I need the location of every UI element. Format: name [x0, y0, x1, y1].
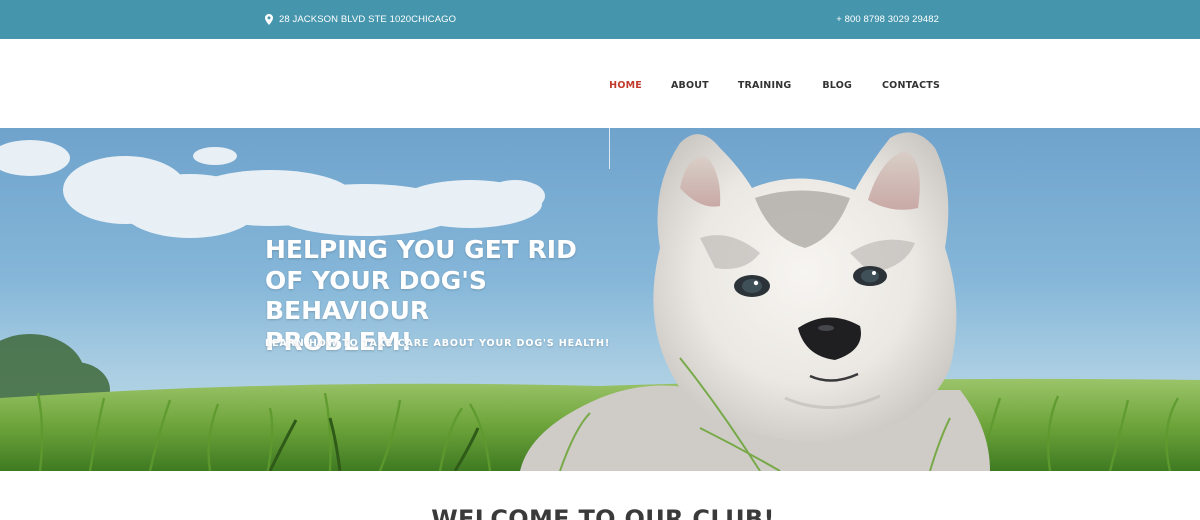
- nav-link-contacts[interactable]: CONTACTS: [882, 80, 940, 91]
- nav-link-about[interactable]: ABOUT: [671, 80, 709, 91]
- phone-number[interactable]: + 800 8798 3029 29482: [836, 14, 939, 25]
- top-info-bar: 28 JACKSON BLVD STE 1020CHICAGO + 800 87…: [0, 0, 1200, 39]
- hero-headline-line-2: OF YOUR DOG'S BEHAVIOUR: [265, 265, 487, 326]
- welcome-title: WELCOME TO OUR CLUB!: [431, 505, 775, 520]
- hero-headline-line-1: HELPING YOU GET RID: [265, 235, 577, 264]
- nav-item-training: TRAINING: [738, 80, 823, 91]
- nav-item-home: HOME: [609, 80, 671, 91]
- address-block: 28 JACKSON BLVD STE 1020CHICAGO: [265, 14, 456, 25]
- welcome-section: WELCOME TO OUR CLUB!: [0, 471, 1200, 520]
- nav-item-blog: BLOG: [822, 80, 882, 91]
- nav-link-blog[interactable]: BLOG: [822, 80, 852, 91]
- hero-divider-line: [609, 128, 610, 169]
- nav-item-about: ABOUT: [671, 80, 738, 91]
- nav-link-home[interactable]: HOME: [609, 80, 642, 91]
- map-pin-icon: [265, 14, 273, 25]
- hero-subheadline: LEARN HOW TO TAKE CARE ABOUT YOUR DOG'S …: [265, 338, 611, 349]
- nav-item-contacts: CONTACTS: [882, 80, 940, 91]
- main-menu: HOME ABOUT TRAINING BLOG CONTACTS: [609, 80, 940, 91]
- nav-link-training[interactable]: TRAINING: [738, 80, 792, 91]
- address-text: 28 JACKSON BLVD STE 1020CHICAGO: [279, 14, 457, 25]
- hero-banner: HELPING YOU GET RID OF YOUR DOG'S BEHAVI…: [0, 128, 1200, 471]
- main-navbar: HOME ABOUT TRAINING BLOG CONTACTS: [0, 39, 1200, 128]
